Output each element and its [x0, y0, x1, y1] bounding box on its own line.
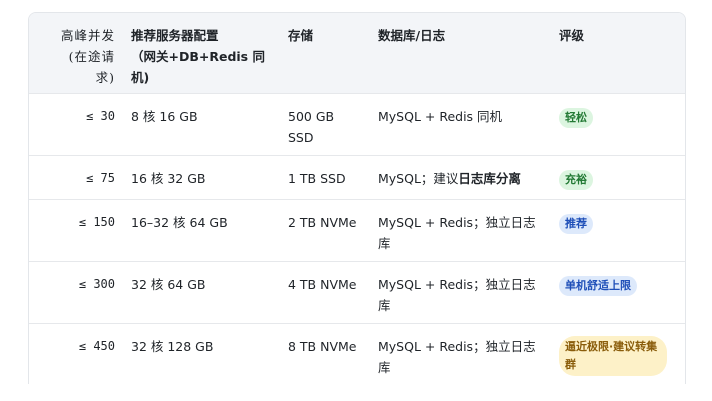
- db-text: MySQL；建议: [378, 170, 459, 186]
- table-header: 高峰并发 (在途请 求) 推荐服务器配置 （网关+DB+Redis 同 机) 存…: [29, 13, 685, 93]
- cell-rating: 轻松: [549, 93, 685, 155]
- cell-storage: 1 TB SSD: [288, 170, 346, 186]
- cell-storage: 2 TB NVMe: [288, 214, 357, 230]
- db-text: MySQL + Redis；独立日志库: [378, 214, 536, 251]
- cell-rating: 充裕: [549, 155, 685, 199]
- cell-rating: 单机舒适上限: [549, 261, 685, 323]
- header-storage: 存储: [288, 28, 314, 43]
- cell-storage: 8 TB NVMe: [288, 338, 357, 354]
- cell-load: ≤ 30: [86, 108, 115, 123]
- header-server-line1: 推荐服务器配置: [131, 28, 219, 43]
- rating-badge: 单机舒适上限: [559, 275, 637, 296]
- capacity-table-container: 高峰并发 (在途请 求) 推荐服务器配置 （网关+DB+Redis 同 机) 存…: [28, 12, 686, 384]
- cell-server: 32 核 128 GB: [131, 338, 214, 354]
- header-rating: 评级: [559, 28, 585, 43]
- header-database-log: 数据库/日志: [378, 28, 446, 43]
- cell-database: MySQL + Redis；独立日志库: [368, 323, 549, 384]
- header-peak-concurrency: 高峰并发 (在途请 求): [29, 13, 121, 93]
- cell-server: 32 核 64 GB: [131, 276, 206, 292]
- header-load-line1: 高峰并发: [60, 28, 115, 43]
- header-server-line2: （网关+DB+Redis 同: [131, 49, 265, 64]
- cell-storage: 500 GB SSD: [288, 108, 335, 145]
- cell-server: 16 核 32 GB: [131, 170, 206, 186]
- db-text: MySQL + Redis；独立日志库: [378, 276, 536, 313]
- header-server-config: 推荐服务器配置 （网关+DB+Redis 同 机): [121, 13, 278, 93]
- cell-load: ≤ 300: [78, 276, 115, 291]
- table-row: ≤ 150 16–32 核 64 GB 2 TB NVMe MySQL + Re…: [29, 199, 685, 261]
- table-row: ≤ 450 32 核 128 GB 8 TB NVMe MySQL + Redi…: [29, 323, 685, 384]
- table-row: ≤ 300 32 核 64 GB 4 TB NVMe MySQL + Redis…: [29, 261, 685, 323]
- cell-load: ≤ 75: [86, 170, 115, 185]
- cell-server: 8 核 16 GB: [131, 108, 198, 124]
- cell-rating: 推荐: [549, 199, 685, 261]
- rating-badge: 充裕: [559, 169, 593, 190]
- header-load-line3: 求): [95, 70, 115, 85]
- db-text: MySQL + Redis 同机: [378, 108, 503, 124]
- table-row: ≤ 75 16 核 32 GB 1 TB SSD MySQL；建议日志库分离 充…: [29, 155, 685, 199]
- rating-badge: 推荐: [559, 213, 593, 234]
- cell-rating: 逼近极限·建议转集群: [549, 323, 685, 384]
- cell-load: ≤ 150: [78, 214, 115, 229]
- cell-database: MySQL + Redis；独立日志库: [368, 261, 549, 323]
- table-row: ≤ 30 8 核 16 GB 500 GB SSD MySQL + Redis …: [29, 93, 685, 155]
- cell-database: MySQL；建议日志库分离: [368, 155, 549, 199]
- cell-server: 16–32 核 64 GB: [131, 214, 228, 230]
- cell-storage: 4 TB NVMe: [288, 276, 357, 292]
- table-body: ≤ 30 8 核 16 GB 500 GB SSD MySQL + Redis …: [29, 93, 685, 384]
- rating-badge: 轻松: [559, 107, 593, 128]
- header-load-line2: (在途请: [68, 49, 115, 64]
- db-text-bold: 日志库分离: [458, 170, 521, 186]
- cell-load: ≤ 450: [78, 338, 115, 353]
- cell-database: MySQL + Redis；独立日志库: [368, 199, 549, 261]
- rating-badge: 逼近极限·建议转集群: [559, 335, 667, 376]
- db-text: MySQL + Redis；独立日志库: [378, 338, 536, 375]
- capacity-table: 高峰并发 (在途请 求) 推荐服务器配置 （网关+DB+Redis 同 机) 存…: [29, 13, 685, 384]
- header-row: 高峰并发 (在途请 求) 推荐服务器配置 （网关+DB+Redis 同 机) 存…: [29, 13, 685, 93]
- header-server-line3: 机): [131, 70, 150, 85]
- cell-database: MySQL + Redis 同机: [368, 93, 549, 155]
